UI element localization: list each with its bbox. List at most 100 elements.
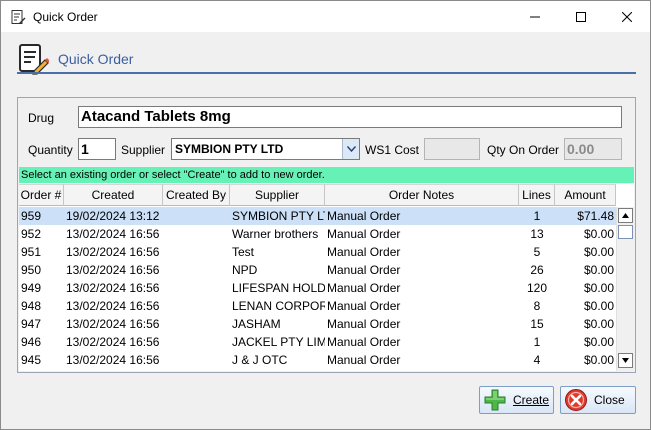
column-header-supplier[interactable]: Supplier xyxy=(230,184,325,206)
cell-created: 13/02/2024 16:56 xyxy=(66,317,160,331)
scroll-thumb[interactable] xyxy=(618,225,633,239)
qty-on-order-label: Qty On Order xyxy=(487,143,560,157)
dropdown-arrow-button[interactable] xyxy=(342,139,359,159)
cell-created-by xyxy=(163,315,230,333)
page-title: Quick Order xyxy=(58,51,134,67)
cell-amount: $0.00 xyxy=(583,353,614,367)
column-header-order[interactable]: Order # xyxy=(19,184,64,206)
quick-order-window: Quick Order Quick Order Drug Atacand Tab… xyxy=(0,0,651,430)
cell-order: 949 xyxy=(21,281,42,295)
cell-created-by xyxy=(163,279,230,297)
chevron-down-icon xyxy=(346,146,356,152)
table-row[interactable]: 952 13/02/2024 16:56 Warner brothers Man… xyxy=(19,225,616,243)
qty-on-order-field: 0.00 xyxy=(564,138,622,160)
close-window-button[interactable] xyxy=(604,1,650,32)
cell-created-by xyxy=(163,243,230,261)
cell-supplier: JASHAM xyxy=(232,317,281,331)
cell-lines: 120 xyxy=(526,281,548,295)
orders-grid: Order # Created Created By Supplier Orde… xyxy=(19,184,634,371)
cell-created: 13/02/2024 16:56 xyxy=(66,245,160,259)
table-row[interactable]: 951 13/02/2024 16:56 Test Manual Order 5… xyxy=(19,243,616,261)
scroll-up-button[interactable] xyxy=(618,208,633,223)
cell-created: 13/02/2024 16:56 xyxy=(66,299,160,313)
table-row[interactable]: 949 13/02/2024 16:56 LIFESPAN HOLDINGS M… xyxy=(19,279,616,297)
cell-lines: 1 xyxy=(533,209,541,223)
cell-created: 13/02/2024 16:56 xyxy=(66,353,160,367)
table-row[interactable]: 945 13/02/2024 16:56 J & J OTC Manual Or… xyxy=(19,351,616,369)
cell-supplier: JACKEL PTY LIMITED xyxy=(232,335,325,349)
cell-amount: $0.00 xyxy=(583,299,614,313)
grid-header: Order # Created Created By Supplier Orde… xyxy=(19,184,616,206)
close-circle-icon xyxy=(565,389,587,411)
maximize-button[interactable] xyxy=(558,1,604,32)
supplier-select[interactable]: SYMBION PTY LTD xyxy=(171,138,360,160)
cell-lines: 13 xyxy=(530,227,544,241)
cell-supplier: NPD xyxy=(232,263,258,277)
grid-body: 959 19/02/2024 13:12 SYMBION PTY LTD Man… xyxy=(19,207,616,371)
cell-order-notes: Manual Order xyxy=(327,263,401,277)
column-header-lines[interactable]: Lines xyxy=(519,184,555,206)
cell-amount: $0.00 xyxy=(583,245,614,259)
cell-created: 13/02/2024 16:56 xyxy=(66,335,160,349)
supplier-label: Supplier xyxy=(121,143,166,157)
cell-order-notes: Manual Order xyxy=(327,353,401,367)
close-button-label: Close xyxy=(594,393,625,407)
supplier-value: SYMBION PTY LTD xyxy=(175,142,284,156)
column-header-created[interactable]: Created xyxy=(64,184,163,206)
notepad-pencil-icon xyxy=(11,9,26,24)
cell-order-notes: Manual Order xyxy=(327,335,401,349)
cell-order-notes: Manual Order xyxy=(327,209,401,223)
triangle-down-icon xyxy=(622,358,629,363)
cell-amount: $0.00 xyxy=(583,227,614,241)
close-button[interactable]: Close xyxy=(560,386,636,414)
cell-order: 950 xyxy=(21,263,42,277)
cell-created-by xyxy=(163,351,230,369)
table-row[interactable]: 947 13/02/2024 16:56 JASHAM Manual Order… xyxy=(19,315,616,333)
cell-created-by xyxy=(163,333,230,351)
grid-scrollbar[interactable] xyxy=(616,207,634,371)
column-header-amount[interactable]: Amount xyxy=(555,184,616,206)
column-header-created-by[interactable]: Created By xyxy=(163,184,230,206)
cell-lines: 1 xyxy=(533,335,541,349)
drug-input[interactable]: Atacand Tablets 8mg xyxy=(78,106,622,128)
cell-lines: 26 xyxy=(530,263,544,277)
cell-order-notes: Manual Order xyxy=(327,317,401,331)
create-button-label: Create xyxy=(513,393,550,407)
create-button[interactable]: Create xyxy=(479,386,554,414)
minimize-button[interactable] xyxy=(512,1,558,32)
scroll-down-button[interactable] xyxy=(618,353,633,368)
cell-supplier: Test xyxy=(232,245,255,259)
order-panel: Drug Atacand Tablets 8mg Quantity 1 Supp… xyxy=(17,97,636,373)
column-header-order-notes[interactable]: Order Notes xyxy=(325,184,519,206)
cell-order-notes: Manual Order xyxy=(327,281,401,295)
cell-created-by xyxy=(163,261,230,279)
cell-supplier: LENAN CORPORATION xyxy=(232,299,325,313)
table-row[interactable]: 948 13/02/2024 16:56 LENAN CORPORATION M… xyxy=(19,297,616,315)
table-row[interactable]: 959 19/02/2024 13:12 SYMBION PTY LTD Man… xyxy=(19,207,616,225)
table-row[interactable]: 950 13/02/2024 16:56 NPD Manual Order 26… xyxy=(19,261,616,279)
cell-order: 959 xyxy=(21,209,42,223)
cell-order: 945 xyxy=(21,353,42,367)
hint-bar: Select an existing order or select "Crea… xyxy=(19,167,634,183)
cell-order: 948 xyxy=(21,299,42,313)
cell-order: 952 xyxy=(21,227,42,241)
ws1-cost-label: WS1 Cost xyxy=(365,143,420,157)
cell-order: 947 xyxy=(21,317,42,331)
cell-order-notes: Manual Order xyxy=(327,227,401,241)
quantity-label: Quantity xyxy=(28,143,73,157)
maximize-icon xyxy=(576,11,586,22)
cell-created: 19/02/2024 13:12 xyxy=(66,209,160,223)
cell-lines: 15 xyxy=(530,317,544,331)
cell-supplier: LIFESPAN HOLDINGS xyxy=(232,281,325,295)
cell-created: 13/02/2024 16:56 xyxy=(66,281,160,295)
cell-supplier: SYMBION PTY LTD xyxy=(232,209,325,223)
cell-supplier: Warner brothers xyxy=(232,227,319,241)
close-icon xyxy=(622,11,632,22)
cell-amount: $71.48 xyxy=(577,209,614,223)
cell-amount: $0.00 xyxy=(583,335,614,349)
table-row[interactable]: 946 13/02/2024 16:56 JACKEL PTY LIMITED … xyxy=(19,333,616,351)
quantity-input[interactable]: 1 xyxy=(78,138,116,160)
cell-supplier: J & J OTC xyxy=(232,353,288,367)
window-title: Quick Order xyxy=(33,9,98,24)
triangle-up-icon xyxy=(622,213,629,218)
